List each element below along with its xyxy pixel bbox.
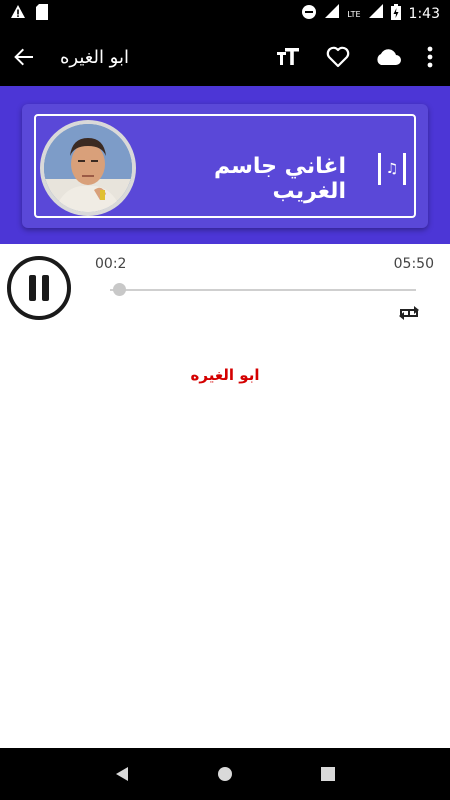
page-title: ابو الغيره <box>60 46 129 68</box>
nav-recents-button[interactable] <box>314 760 342 788</box>
nav-back-button[interactable] <box>108 760 136 788</box>
text-size-icon <box>277 48 299 65</box>
album-title: اغاني جاسم الغريب <box>213 154 346 204</box>
nav-home-button[interactable] <box>211 760 239 788</box>
favorite-button[interactable] <box>324 43 352 71</box>
nav-back-icon <box>115 767 128 781</box>
pause-button[interactable] <box>7 256 71 320</box>
artist-avatar <box>40 120 136 216</box>
elapsed-time: 00:2 <box>95 256 127 272</box>
system-nav-bar <box>0 748 450 800</box>
pause-icon <box>29 275 36 301</box>
more-vert-icon <box>427 46 433 68</box>
network-type-label: LTE <box>347 9 361 19</box>
album-banner: اغاني جاسم الغريب ♫ <box>22 104 428 228</box>
sd-card-icon <box>36 4 48 24</box>
audio-player: 00:2 05:50 <box>0 244 450 344</box>
seek-thumb[interactable] <box>112 283 126 296</box>
more-options-button[interactable] <box>424 43 436 71</box>
cloud-icon <box>377 49 401 65</box>
seek-bar[interactable] <box>110 289 416 291</box>
status-time: 1:43 <box>408 6 440 22</box>
repeat-one-icon <box>399 306 419 320</box>
nav-recents-icon <box>321 767 336 781</box>
repeat-one-button[interactable] <box>396 300 422 326</box>
music-note-icon: ♫ <box>378 153 406 185</box>
artist-photo <box>44 124 132 212</box>
heart-icon <box>326 46 350 68</box>
app-bar: ابو الغيره <box>0 28 450 86</box>
back-arrow-icon <box>14 48 33 66</box>
nav-home-icon <box>217 767 232 781</box>
cloud-button[interactable] <box>374 43 402 71</box>
do-not-disturb-icon <box>301 4 317 24</box>
song-title: ابو الغيره <box>190 366 260 384</box>
total-duration: 05:50 <box>393 256 434 272</box>
status-bar: LTE 1:43 <box>0 0 450 28</box>
warning-icon <box>10 4 26 24</box>
text-size-button[interactable] <box>274 43 302 71</box>
battery-icon <box>390 4 401 24</box>
cell-signal-icon <box>368 4 383 24</box>
wifi-signal-icon <box>325 4 340 24</box>
back-button[interactable] <box>10 43 38 71</box>
